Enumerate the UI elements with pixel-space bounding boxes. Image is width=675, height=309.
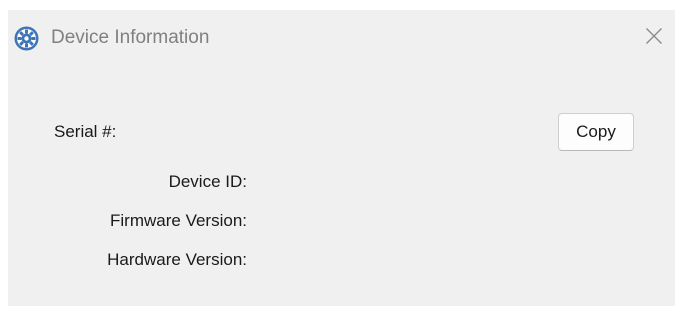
settings-gear-icon (14, 26, 39, 51)
serial-number-label: Serial #: (54, 122, 117, 141)
device-id-label: Device ID: (168, 172, 247, 191)
hardware-version-label: Hardware Version: (107, 250, 247, 269)
close-icon (645, 27, 663, 50)
copy-button[interactable]: Copy (558, 113, 634, 151)
device-information-dialog: Device Information Serial #: Copy Device… (8, 10, 675, 306)
title-bar: Device Information (8, 10, 675, 68)
firmware-version-label: Firmware Version: (110, 211, 247, 230)
window-title: Device Information (51, 27, 210, 48)
close-button[interactable] (636, 20, 672, 56)
